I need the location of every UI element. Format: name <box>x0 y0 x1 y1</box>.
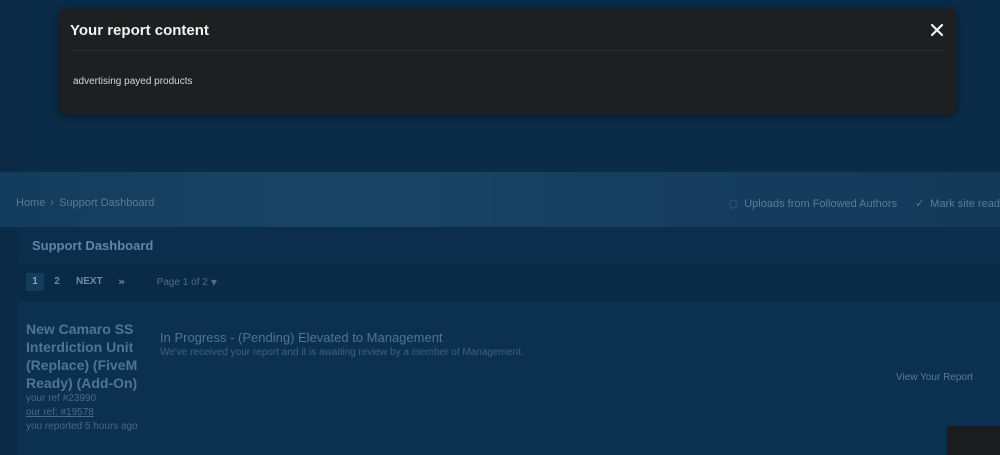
report-content-modal: Your report content advertising payed pr… <box>59 9 956 114</box>
mark-site-read-link[interactable]: ✓ Mark site read <box>915 197 1000 210</box>
page-1-button[interactable]: 1 <box>26 273 44 291</box>
rss-icon: ◌ <box>728 197 739 210</box>
page-2-button[interactable]: 2 <box>48 273 66 291</box>
page-of-label: Page 1 of 2 <box>156 276 208 288</box>
caret-down-icon: ▼ <box>210 277 217 287</box>
next-page-button[interactable]: NEXT <box>70 273 109 291</box>
mark-site-read-label: Mark site read <box>930 198 1000 210</box>
dashboard-title: Support Dashboard <box>32 238 154 253</box>
view-report-link[interactable]: View Your Report <box>896 372 973 383</box>
uploads-followed-link[interactable]: ◌ Uploads from Followed Authors <box>729 197 897 210</box>
breadcrumb-home[interactable]: Home <box>16 197 45 209</box>
report-row <box>18 303 1000 455</box>
report-meta: your ref #23990 our ref: #19578 you repo… <box>26 392 138 434</box>
breadcrumb: Home › Support Dashboard <box>16 197 154 209</box>
your-ref: your ref #23990 <box>26 393 97 404</box>
status-description: We've received your report and it is awa… <box>160 347 524 358</box>
dashboard-header: Support Dashboard <box>18 227 1000 264</box>
report-title[interactable]: New Camaro SS Interdiction Unit (Replace… <box>26 320 146 392</box>
corner-widget <box>947 426 1000 455</box>
reported-time: you reported 5 hours ago <box>26 421 138 432</box>
status-title: In Progress - (Pending) Elevated to Mana… <box>160 330 443 345</box>
our-ref-link[interactable]: our ref: #19578 <box>26 406 138 420</box>
close-icon[interactable] <box>926 19 948 41</box>
report-content-text: advertising payed products <box>73 76 193 87</box>
modal-divider <box>70 50 944 51</box>
breadcrumb-separator: › <box>50 197 55 209</box>
double-chevron-right-icon[interactable]: » <box>113 273 131 291</box>
page-of-dropdown[interactable]: Page 1 of 2 ▼ <box>157 277 217 288</box>
check-icon: ✓ <box>915 197 925 210</box>
modal-title: Your report content <box>70 22 209 39</box>
pagination: 1 2 NEXT » Page 1 of 2 ▼ <box>26 273 217 291</box>
band-actions: ◌ Uploads from Followed Authors ✓ Mark sit… <box>729 197 1000 210</box>
uploads-followed-label: Uploads from Followed Authors <box>744 198 898 210</box>
breadcrumb-support-dashboard[interactable]: Support Dashboard <box>59 197 154 209</box>
support-dashboard: Support Dashboard 1 2 NEXT » Page 1 of 2… <box>18 227 1000 455</box>
